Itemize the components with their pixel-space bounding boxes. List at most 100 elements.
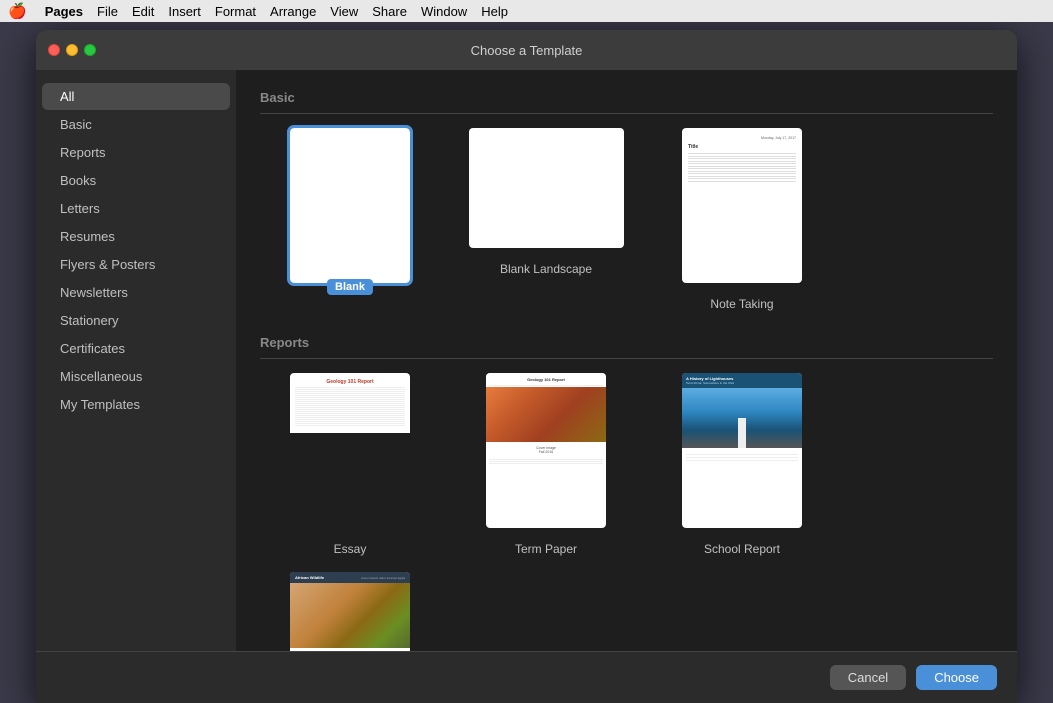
reports-template-grid: Geology 101 Report [260,373,993,651]
sidebar-item-my-templates[interactable]: My Templates [42,391,230,418]
nt-date: Monday, July 17, 2017 [688,136,796,140]
tp-divider [489,385,603,386]
nt-line-6 [688,166,796,167]
sc-subtitle: Terra Firma, Somewhere in the USA [686,381,798,385]
template-essay[interactable]: Geology 101 Report [260,373,440,556]
window-title: Choose a Template [471,43,583,58]
menubar-window[interactable]: Window [421,4,467,19]
menubar-insert[interactable]: Insert [168,4,201,19]
template-term-paper[interactable]: Geology 101 Report Cover ImageFall 2016 … [456,373,636,556]
traffic-lights [48,44,96,56]
sidebar-item-stationery[interactable]: Stationery [42,307,230,334]
sidebar-item-certificates[interactable]: Certificates [42,335,230,362]
template-blank-landscape-label: Blank Landscape [500,262,592,276]
sidebar-item-basic[interactable]: Basic [42,111,230,138]
e-line-9 [295,403,405,404]
template-essay-thumb: Geology 101 Report [290,373,410,528]
e-line-17 [295,419,405,420]
template-essay-label: Essay [334,542,367,556]
tp-line-2 [489,461,603,462]
tp-header: Geology 101 Report [486,373,606,384]
e-line-6 [295,397,405,398]
sc-lighthouse [738,418,746,448]
template-blank-badge: Blank [327,279,373,295]
nt-line-1 [688,153,796,154]
menubar-edit[interactable]: Edit [132,4,154,19]
term-paper-preview: Geology 101 Report Cover ImageFall 2016 [486,373,606,528]
sidebar-item-resumes[interactable]: Resumes [42,223,230,250]
apple-menu-icon[interactable]: 🍎 [8,2,27,20]
sidebar-item-newsletters[interactable]: Newsletters [42,279,230,306]
sc-header: A History of Lighthouses Terra Firma, So… [682,373,802,388]
template-blank-thumb [290,128,410,283]
close-button[interactable] [48,44,60,56]
menubar-pages[interactable]: Pages [45,4,83,19]
template-visual-report-thumb: African Wildlife Lorem ipsum dolor sit a… [290,572,410,651]
nt-line-9 [688,173,796,174]
e-line-7 [295,399,405,400]
e-line-14 [295,413,405,414]
choose-button[interactable]: Choose [916,665,997,690]
blank-preview [290,128,410,283]
essay-preview: Geology 101 Report [290,373,410,433]
nt-line-4 [688,161,796,162]
menubar-view[interactable]: View [330,4,358,19]
e-line-15 [295,415,405,416]
e-line-8 [295,401,405,402]
vr-subtitle: Lorem ipsum dolor sit amet ligula [361,576,405,580]
tp-image [486,387,606,442]
window-footer: Cancel Choose [36,651,1017,703]
tp-footer: Cover ImageFall 2016 [486,442,606,458]
e-line-4 [295,393,405,394]
nt-line-5 [688,163,796,164]
menubar-share[interactable]: Share [372,4,407,19]
nt-line-2 [688,156,796,157]
template-note-taking-thumb: Monday, July 17, 2017 Title [682,128,802,283]
template-note-taking-label: Note Taking [710,297,773,311]
vr-header: African Wildlife Lorem ipsum dolor sit a… [290,572,410,583]
vr-image [290,583,410,648]
nt-line-10 [688,176,796,177]
tp-line-3 [489,463,603,464]
nt-line-3 [688,158,796,159]
e-line-16 [295,417,405,418]
sidebar-item-books[interactable]: Books [42,167,230,194]
sidebar-item-miscellaneous[interactable]: Miscellaneous [42,363,230,390]
note-taking-preview: Monday, July 17, 2017 Title [682,128,802,283]
sidebar-item-flyers-posters[interactable]: Flyers & Posters [42,251,230,278]
e-line-5 [295,395,405,396]
menubar-format[interactable]: Format [215,4,256,19]
template-visual-report[interactable]: African Wildlife Lorem ipsum dolor sit a… [260,572,440,651]
main-content: Basic Blank Blank Landscape [236,70,1017,651]
nt-line-11 [688,178,796,179]
maximize-button[interactable] [84,44,96,56]
school-preview: A History of Lighthouses Terra Firma, So… [682,373,802,528]
menubar-file[interactable]: File [97,4,118,19]
nt-title: Title [688,144,796,150]
template-chooser-window: Choose a Template All Basic Reports Book… [36,30,1017,703]
template-school-report-thumb: A History of Lighthouses Terra Firma, So… [682,373,802,528]
template-note-taking[interactable]: Monday, July 17, 2017 Title [652,128,832,311]
template-blank[interactable]: Blank [260,128,440,311]
titlebar: Choose a Template [36,30,1017,70]
nt-line-8 [688,171,796,172]
e-line-20 [295,425,405,426]
e-line-3 [295,391,405,392]
tp-line-1 [489,459,603,460]
menubar-arrange[interactable]: Arrange [270,4,316,19]
visual-preview: African Wildlife Lorem ipsum dolor sit a… [290,572,410,651]
e-line-11 [295,407,405,408]
nt-line-7 [688,168,796,169]
template-blank-landscape[interactable]: Blank Landscape [456,128,636,311]
cancel-button[interactable]: Cancel [830,665,906,690]
sidebar-item-all[interactable]: All [42,83,230,110]
sidebar-item-reports[interactable]: Reports [42,139,230,166]
e-line-18 [295,421,405,422]
menubar: 🍎 Pages File Edit Insert Format Arrange … [0,0,1053,22]
e-line-10 [295,405,405,406]
sc-image [682,388,802,448]
template-school-report[interactable]: A History of Lighthouses Terra Firma, So… [652,373,832,556]
sidebar-item-letters[interactable]: Letters [42,195,230,222]
menubar-help[interactable]: Help [481,4,508,19]
minimize-button[interactable] [66,44,78,56]
